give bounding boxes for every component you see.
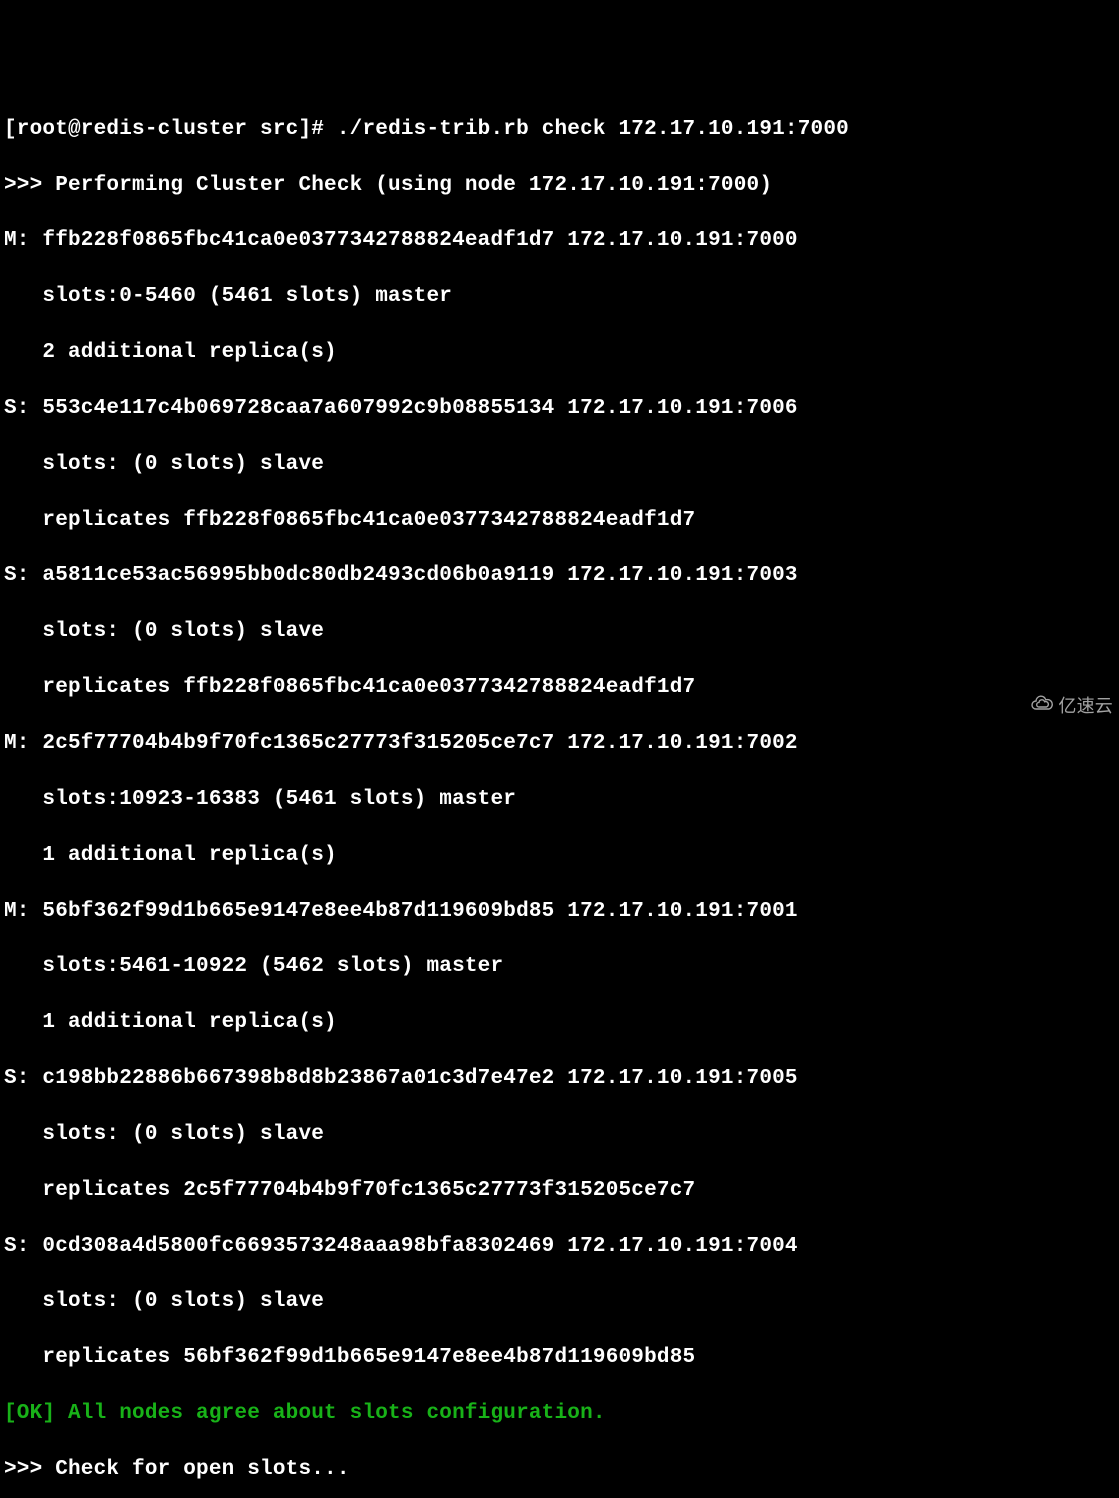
node-4-id-line: M: 56bf362f99d1b665e9147e8ee4b87d119609b… (4, 898, 1119, 926)
terminal-command-line[interactable]: [root@redis-cluster src]# ./redis-trib.r… (4, 116, 1119, 144)
node-3-slots-line: slots:10923-16383 (5461 slots) master (4, 786, 1119, 814)
node-4-replica-line: 1 additional replica(s) (4, 1009, 1119, 1037)
node-1-id-line: S: 553c4e117c4b069728caa7a607992c9b08855… (4, 395, 1119, 423)
node-5-slots-line: slots: (0 slots) slave (4, 1121, 1119, 1149)
check-open-slots: >>> Check for open slots... (4, 1456, 1119, 1484)
node-5-id-line: S: c198bb22886b667398b8d8b23867a01c3d7e4… (4, 1065, 1119, 1093)
cluster-check-header: >>> Performing Cluster Check (using node… (4, 172, 1119, 200)
ok-nodes-agree: [OK] All nodes agree about slots configu… (4, 1400, 1119, 1428)
node-0-slots-line: slots:0-5460 (5461 slots) master (4, 283, 1119, 311)
node-2-slots-line: slots: (0 slots) slave (4, 618, 1119, 646)
node-6-replicates-line: replicates 56bf362f99d1b665e9147e8ee4b87… (4, 1344, 1119, 1372)
node-6-id-line: S: 0cd308a4d5800fc6693573248aaa98bfa8302… (4, 1233, 1119, 1261)
node-5-replicates-line: replicates 2c5f77704b4b9f70fc1365c27773f… (4, 1177, 1119, 1205)
node-2-id-line: S: a5811ce53ac56995bb0dc80db2493cd06b0a9… (4, 562, 1119, 590)
node-2-replicates-line: replicates ffb228f0865fbc41ca0e037734278… (4, 674, 1119, 702)
cloud-icon (1009, 670, 1056, 743)
watermark-text: 亿速云 (1058, 695, 1113, 719)
node-6-slots-line: slots: (0 slots) slave (4, 1288, 1119, 1316)
node-0-id-line: M: ffb228f0865fbc41ca0e0377342788824eadf… (4, 227, 1119, 255)
node-3-id-line: M: 2c5f77704b4b9f70fc1365c27773f315205ce… (4, 730, 1119, 758)
node-1-replicates-line: replicates ffb228f0865fbc41ca0e037734278… (4, 507, 1119, 535)
node-3-replica-line: 1 additional replica(s) (4, 842, 1119, 870)
shell-command: ./redis-trib.rb check 172.17.10.191:7000 (337, 118, 849, 141)
node-0-replica-line: 2 additional replica(s) (4, 339, 1119, 367)
node-4-slots-line: slots:5461-10922 (5462 slots) master (4, 953, 1119, 981)
watermark: 亿速云 (1009, 670, 1113, 743)
node-1-slots-line: slots: (0 slots) slave (4, 451, 1119, 479)
shell-prompt: [root@redis-cluster src]# (4, 118, 337, 141)
